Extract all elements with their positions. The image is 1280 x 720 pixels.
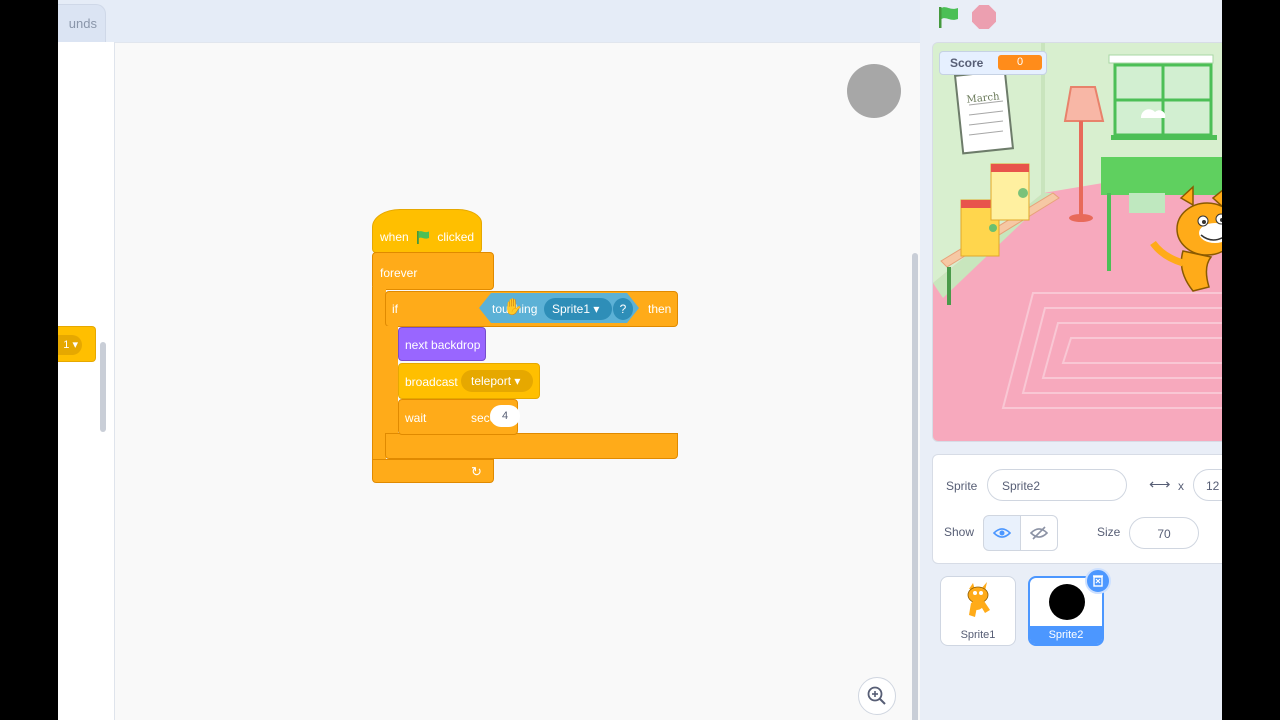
then-label: then <box>648 302 672 316</box>
touching-target-dropdown[interactable]: Sprite1 ▾ <box>544 298 612 320</box>
forever-label: forever <box>380 266 418 280</box>
forever-arm <box>372 287 386 461</box>
tab-strip: unds <box>58 0 920 42</box>
forever-block[interactable]: forever <box>372 252 494 290</box>
green-flag-button[interactable] <box>936 5 962 34</box>
room-backdrop: March <box>933 43 1222 441</box>
show-visible-button[interactable] <box>983 515 1021 551</box>
wait-value-input[interactable]: 4 <box>490 405 520 427</box>
black-circle-costume <box>1049 584 1085 620</box>
palette-scrollbar[interactable] <box>100 342 106 432</box>
sprite-info-pane: Sprite Sprite2 ⟷ x 12 Show Size 70 <box>932 454 1222 564</box>
when-flag-clicked-block[interactable]: when clicked <box>372 209 482 253</box>
delete-sprite-button[interactable] <box>1085 568 1111 594</box>
green-flag-icon <box>939 7 958 28</box>
wait-label: wait <box>405 411 427 425</box>
block-palette: 1 ▾ <box>58 42 115 720</box>
score-monitor[interactable]: Score 0 <box>939 51 1047 75</box>
show-label: Show <box>944 525 975 539</box>
zoom-in-icon <box>867 686 886 705</box>
palette-block[interactable]: 1 ▾ <box>58 326 96 362</box>
forever-bottom: ↻ <box>372 459 494 483</box>
next-backdrop-block[interactable]: next backdrop <box>398 327 486 361</box>
x-arrows-icon: ⟷ <box>1149 476 1171 493</box>
score-value: 0 <box>998 55 1042 70</box>
broadcast-message-text: teleport <box>471 374 512 388</box>
stage[interactable]: March Score 0 <box>932 42 1222 442</box>
green-flag-icon <box>415 230 431 247</box>
sprite-list: Sprite1 Sprite2 <box>932 566 1222 720</box>
zoom-in-button[interactable] <box>858 677 896 715</box>
next-backdrop-label: next backdrop <box>405 338 481 352</box>
size-label: Size <box>1097 525 1121 539</box>
hat-when-label: when <box>380 230 409 244</box>
show-hidden-button[interactable] <box>1020 515 1058 551</box>
touching-target-text: Sprite1 <box>552 302 591 316</box>
workspace-scrollbar[interactable] <box>912 253 918 720</box>
trash-icon <box>1093 575 1103 587</box>
hat-clicked-label: clicked <box>437 230 475 244</box>
sprite-label: Sprite <box>946 479 978 493</box>
hand-cursor-icon: ✋ <box>503 299 523 316</box>
scratch-editor: unds 1 ▾ when clicked forever ↻ if then <box>58 0 1222 720</box>
x-position-input[interactable]: 12 <box>1193 469 1222 501</box>
cat-sprite-icon <box>967 582 990 617</box>
sprite-name-input[interactable]: Sprite2 <box>987 469 1127 501</box>
sprite-tile-sprite1[interactable]: Sprite1 <box>940 576 1016 646</box>
sprite-tile-name: Sprite2 <box>1030 626 1102 644</box>
score-label: Score <box>950 56 984 70</box>
sprite-thumbnail-circle <box>847 64 901 118</box>
tab-sounds[interactable]: unds <box>58 4 106 42</box>
broadcast-label: broadcast <box>405 375 458 389</box>
palette-block-value[interactable]: 1 ▾ <box>58 335 82 355</box>
size-input[interactable]: 70 <box>1129 517 1199 549</box>
x-label: x <box>1178 479 1184 493</box>
eye-icon <box>993 528 1011 538</box>
if-arm <box>385 326 398 435</box>
code-workspace[interactable]: when clicked forever ↻ if then touching … <box>115 42 920 720</box>
palette-block-value-text: 1 <box>63 339 70 351</box>
if-label: if <box>392 302 398 316</box>
eye-slash-icon <box>1030 526 1048 540</box>
sprite-tile-name: Sprite1 <box>960 629 996 641</box>
touching-question: ? <box>613 298 633 320</box>
loop-arrow-icon: ↻ <box>471 464 482 479</box>
broadcast-message-dropdown[interactable]: teleport ▾ <box>461 370 533 392</box>
stop-button[interactable] <box>972 5 996 29</box>
if-bottom <box>385 433 678 459</box>
